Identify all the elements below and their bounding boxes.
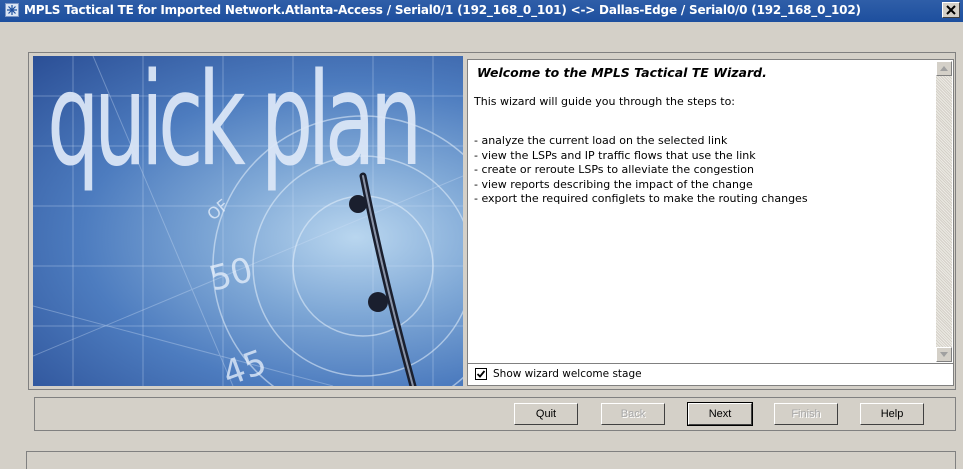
quick-plan-artwork: 50 45 OF quick plan (33, 56, 463, 386)
window-title: MPLS Tactical TE for Imported Network.At… (24, 3, 861, 17)
back-button[interactable]: Back (601, 403, 665, 425)
app-icon (5, 3, 19, 17)
next-button[interactable]: Next (687, 402, 753, 426)
checkmark-icon (476, 370, 486, 378)
welcome-title: Welcome to the MPLS Tactical TE Wizard. (477, 65, 767, 80)
vertical-scrollbar[interactable] (936, 61, 952, 362)
show-welcome-checkbox[interactable] (475, 368, 487, 380)
wizard-window: MPLS Tactical TE for Imported Network.At… (0, 0, 963, 469)
show-welcome-label[interactable]: Show wizard welcome stage (493, 368, 642, 380)
help-button[interactable]: Help (860, 403, 924, 425)
wizard-steps-list: - analyze the current load on the select… (474, 134, 808, 207)
list-item: - create or reroute LSPs to alleviate th… (474, 163, 754, 176)
arrow-up-icon (940, 66, 948, 71)
title-bar[interactable]: MPLS Tactical TE for Imported Network.At… (0, 0, 963, 22)
list-item: - analyze the current load on the select… (474, 134, 728, 147)
show-welcome-option: Show wizard welcome stage (467, 364, 954, 386)
quick-plan-banner-text: quick plan (47, 56, 422, 195)
close-button[interactable] (942, 2, 960, 18)
list-item: - view the LSPs and IP traffic flows tha… (474, 148, 756, 162)
svg-text:45: 45 (217, 342, 271, 386)
welcome-text-panel: Welcome to the MPLS Tactical TE Wizard. … (467, 59, 954, 364)
status-bar (26, 451, 956, 469)
close-icon (946, 5, 956, 15)
arrow-down-icon (940, 352, 948, 357)
quit-button[interactable]: Quit (514, 403, 578, 425)
finish-button[interactable]: Finish (774, 403, 838, 425)
welcome-intro: This wizard will guide you through the s… (474, 95, 736, 108)
list-item: - view reports describing the impact of … (474, 177, 753, 191)
scroll-up-button[interactable] (936, 61, 952, 76)
list-item: - export the required configlets to make… (474, 192, 808, 205)
scroll-down-button[interactable] (936, 347, 952, 362)
